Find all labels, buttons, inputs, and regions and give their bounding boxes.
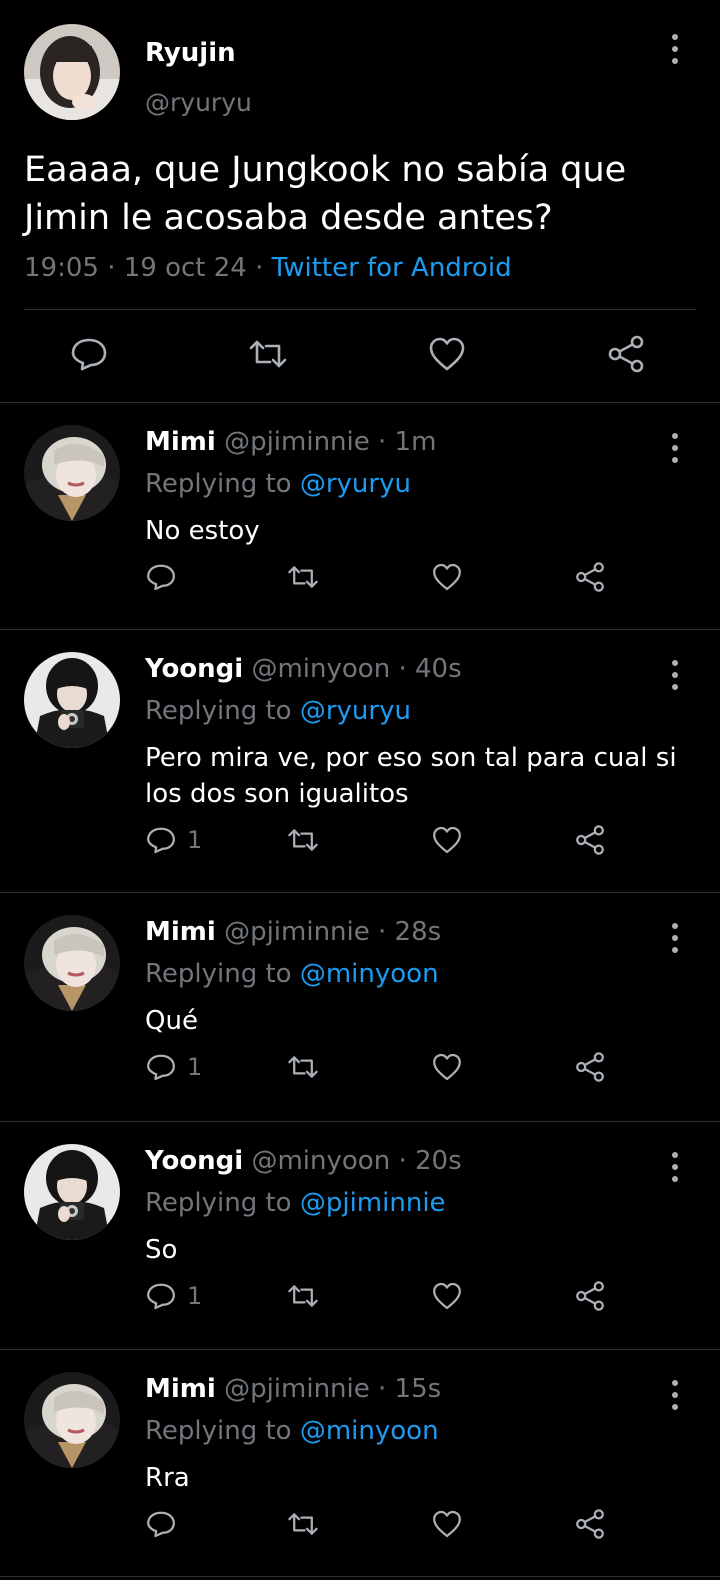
more-icon[interactable] bbox=[672, 923, 678, 959]
share-icon[interactable] bbox=[574, 561, 606, 593]
share-icon[interactable] bbox=[574, 1508, 606, 1540]
reply-text: No estoy bbox=[145, 516, 260, 546]
heart-icon[interactable] bbox=[431, 1051, 463, 1083]
retweet-icon[interactable] bbox=[287, 1508, 319, 1540]
avatar[interactable] bbox=[24, 1372, 120, 1468]
comment-icon[interactable]: 1 bbox=[145, 1051, 202, 1083]
reply-time: 1m bbox=[394, 427, 437, 457]
author-name[interactable]: Mimi bbox=[145, 427, 216, 457]
more-icon[interactable] bbox=[672, 1152, 678, 1188]
share-icon[interactable] bbox=[574, 1051, 606, 1083]
heart-icon[interactable] bbox=[427, 334, 467, 374]
reply-text: So bbox=[145, 1235, 178, 1265]
heart-icon[interactable] bbox=[431, 824, 463, 856]
author-handle[interactable]: @pjiminnie bbox=[224, 917, 370, 947]
share-icon[interactable] bbox=[606, 334, 646, 374]
tweet-source[interactable]: Twitter for Android bbox=[272, 253, 512, 283]
comment-icon[interactable]: 1 bbox=[145, 1280, 202, 1312]
avatar[interactable] bbox=[24, 425, 120, 521]
share-icon[interactable] bbox=[574, 824, 606, 856]
reply-text: Qué bbox=[145, 1006, 198, 1036]
heart-icon[interactable] bbox=[431, 1508, 463, 1540]
reply-header: Yoongi @minyoon · 40s bbox=[145, 654, 462, 684]
reply-actions: 1 bbox=[145, 1051, 720, 1085]
author-name[interactable]: Mimi bbox=[145, 917, 216, 947]
more-icon[interactable] bbox=[672, 660, 678, 696]
author-name[interactable]: Yoongi bbox=[145, 654, 243, 684]
reply-header: Mimi @pjiminnie · 1m bbox=[145, 427, 437, 457]
reply-header: Mimi @pjiminnie · 15s bbox=[145, 1374, 442, 1404]
reply-tweet[interactable]: Mimi @pjiminnie · 15s Replying to @minyo… bbox=[0, 1350, 720, 1577]
author-handle[interactable]: @ryuryu bbox=[145, 88, 252, 117]
retweet-icon[interactable] bbox=[287, 1051, 319, 1083]
replying-to: Replying to @ryuryu bbox=[145, 696, 411, 726]
author-handle[interactable]: @pjiminnie bbox=[224, 427, 370, 457]
tweet-date: 19 oct 24 bbox=[123, 253, 247, 283]
retweet-icon[interactable] bbox=[287, 1280, 319, 1312]
tweet-text: Eaaaa, que Jungkook no sabía que Jimin l… bbox=[24, 150, 627, 238]
avatar[interactable] bbox=[24, 652, 120, 748]
reply-time: 40s bbox=[414, 654, 462, 684]
reply-tweet[interactable]: Yoongi @minyoon · 40s Replying to @ryury… bbox=[0, 630, 720, 893]
replies-list: Mimi @pjiminnie · 1m Replying to @ryuryu… bbox=[0, 403, 720, 1577]
reply-actions bbox=[145, 1508, 720, 1542]
replying-to: Replying to @pjiminnie bbox=[145, 1188, 446, 1218]
avatar[interactable] bbox=[24, 1144, 120, 1240]
reply-count: 1 bbox=[187, 826, 203, 854]
tweet-meta: 19:05 · 19 oct 24 · Twitter for Android bbox=[24, 253, 512, 283]
replying-to-handle[interactable]: @minyoon bbox=[300, 1416, 439, 1446]
comment-icon[interactable] bbox=[145, 561, 177, 593]
author-handle[interactable]: @minyoon bbox=[251, 654, 390, 684]
reply-text: Pero mira ve, por eso son tal para cual … bbox=[145, 743, 677, 809]
reply-actions: 1 bbox=[145, 824, 720, 858]
reply-count: 1 bbox=[187, 1282, 203, 1310]
retweet-icon[interactable] bbox=[248, 334, 288, 374]
replying-to-handle[interactable]: @ryuryu bbox=[300, 469, 411, 499]
replying-to-handle[interactable]: @minyoon bbox=[300, 959, 439, 989]
heart-icon[interactable] bbox=[431, 1280, 463, 1312]
replying-to-handle[interactable]: @pjiminnie bbox=[300, 1188, 446, 1218]
reply-tweet[interactable]: Mimi @pjiminnie · 1m Replying to @ryuryu… bbox=[0, 403, 720, 630]
more-icon[interactable] bbox=[672, 433, 678, 469]
heart-icon[interactable] bbox=[431, 561, 463, 593]
reply-header: Yoongi @minyoon · 20s bbox=[145, 1146, 462, 1176]
author-name[interactable]: Yoongi bbox=[145, 1146, 243, 1176]
reply-text: Rra bbox=[145, 1463, 190, 1493]
author-handle[interactable]: @pjiminnie bbox=[224, 1374, 370, 1404]
author-name[interactable]: Ryujin bbox=[145, 38, 236, 68]
reply-time: 28s bbox=[394, 917, 442, 947]
reply-count: 1 bbox=[187, 1053, 203, 1081]
share-icon[interactable] bbox=[574, 1280, 606, 1312]
main-tweet: Ryujin @ryuryu Eaaaa, que Jungkook no sa… bbox=[0, 0, 720, 403]
reply-actions bbox=[145, 561, 720, 595]
replying-to: Replying to @minyoon bbox=[145, 959, 439, 989]
divider bbox=[24, 309, 696, 310]
reply-time: 15s bbox=[394, 1374, 442, 1404]
replying-to: Replying to @minyoon bbox=[145, 1416, 439, 1446]
replying-to-handle[interactable]: @ryuryu bbox=[300, 696, 411, 726]
retweet-icon[interactable] bbox=[287, 824, 319, 856]
more-icon[interactable] bbox=[672, 1380, 678, 1416]
reply-header: Mimi @pjiminnie · 28s bbox=[145, 917, 442, 947]
author-name[interactable]: Mimi bbox=[145, 1374, 216, 1404]
comment-icon[interactable]: 1 bbox=[145, 824, 202, 856]
author-handle[interactable]: @minyoon bbox=[251, 1146, 390, 1176]
reply-actions: 1 bbox=[145, 1280, 720, 1314]
avatar[interactable] bbox=[24, 915, 120, 1011]
avatar[interactable] bbox=[24, 24, 120, 120]
reply-tweet[interactable]: Yoongi @minyoon · 20s Replying to @pjimi… bbox=[0, 1122, 720, 1350]
reply-time: 20s bbox=[414, 1146, 462, 1176]
comment-icon[interactable] bbox=[145, 1508, 177, 1540]
reply-tweet[interactable]: Mimi @pjiminnie · 28s Replying to @minyo… bbox=[0, 893, 720, 1122]
replying-to: Replying to @ryuryu bbox=[145, 469, 411, 499]
tweet-time: 19:05 bbox=[24, 253, 99, 283]
more-icon[interactable] bbox=[672, 34, 678, 70]
retweet-icon[interactable] bbox=[287, 561, 319, 593]
comment-icon[interactable] bbox=[69, 334, 109, 374]
